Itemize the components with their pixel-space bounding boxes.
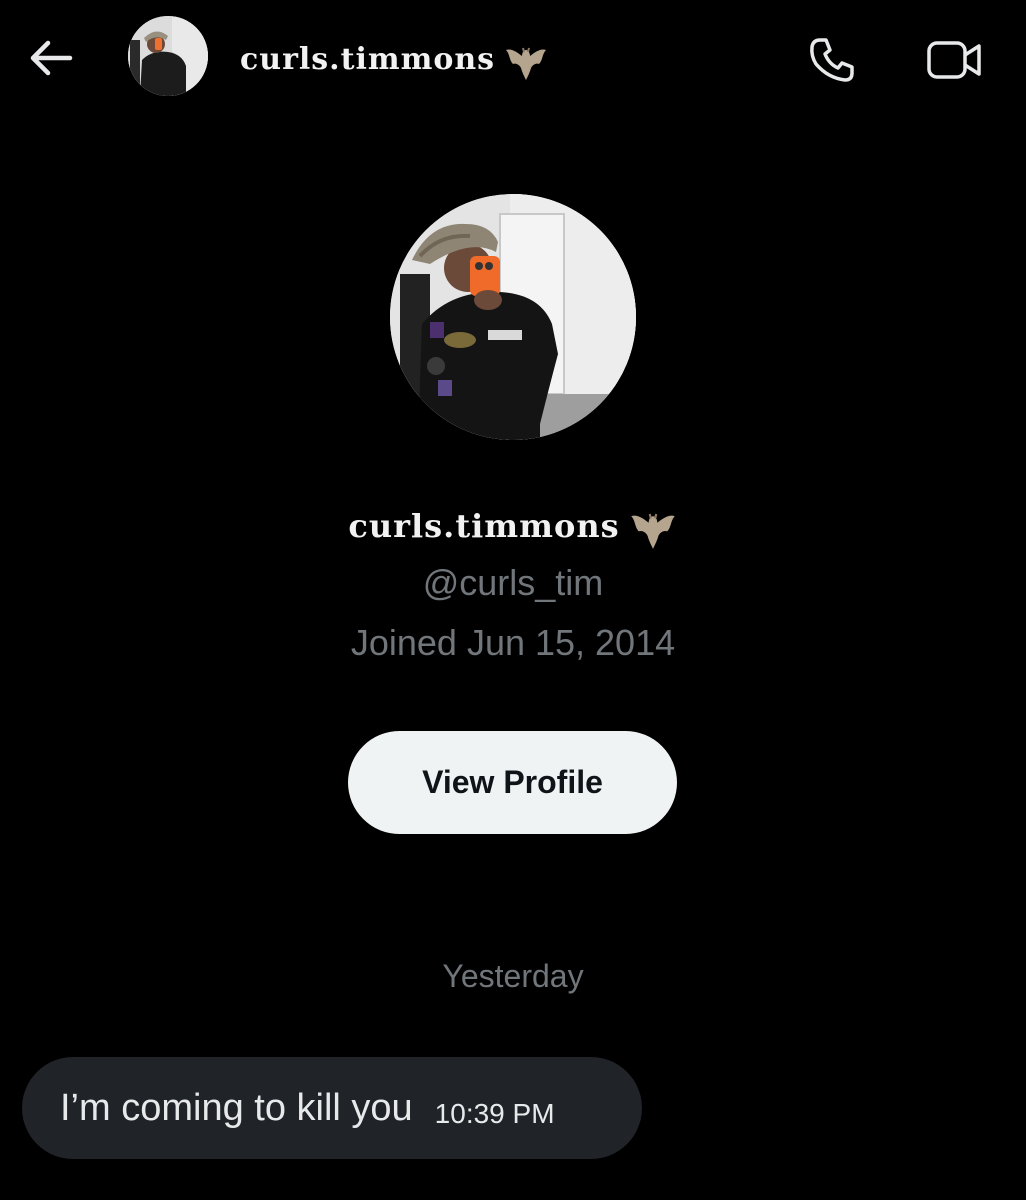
avatar-photo xyxy=(128,16,208,96)
profile-display-name: curls.timmons xyxy=(0,498,1026,554)
arrow-left-icon xyxy=(30,40,73,76)
profile-handle: @curls_tim xyxy=(422,562,604,603)
bat-icon xyxy=(630,513,675,549)
profile-joined-date: Joined Jun 15, 2014 xyxy=(350,622,676,663)
profile-name-text: curls.timmons xyxy=(348,507,620,545)
bat-icon xyxy=(506,47,547,80)
avatar-photo xyxy=(390,194,636,440)
message-timestamp: 10:39 PM xyxy=(434,1098,555,1129)
call-button[interactable] xyxy=(800,28,864,92)
profile-avatar[interactable] xyxy=(390,194,636,440)
video-camera-icon xyxy=(927,41,981,79)
header-display-name[interactable]: curls.timmons xyxy=(240,34,549,84)
conversation-header: curls.timmons xyxy=(0,0,1026,112)
header-name-text: curls.timmons xyxy=(240,41,496,77)
video-call-button[interactable] xyxy=(922,28,988,92)
header-avatar[interactable] xyxy=(128,16,208,96)
phone-icon xyxy=(810,38,854,82)
view-profile-button[interactable]: View Profile xyxy=(348,731,677,834)
message-bubble-received[interactable]: I’m coming to kill you 10:39 PM xyxy=(22,1057,642,1159)
message-text: I’m coming to kill you xyxy=(60,1086,413,1129)
date-separator: Yesterday xyxy=(442,958,584,994)
back-button[interactable] xyxy=(24,32,76,84)
